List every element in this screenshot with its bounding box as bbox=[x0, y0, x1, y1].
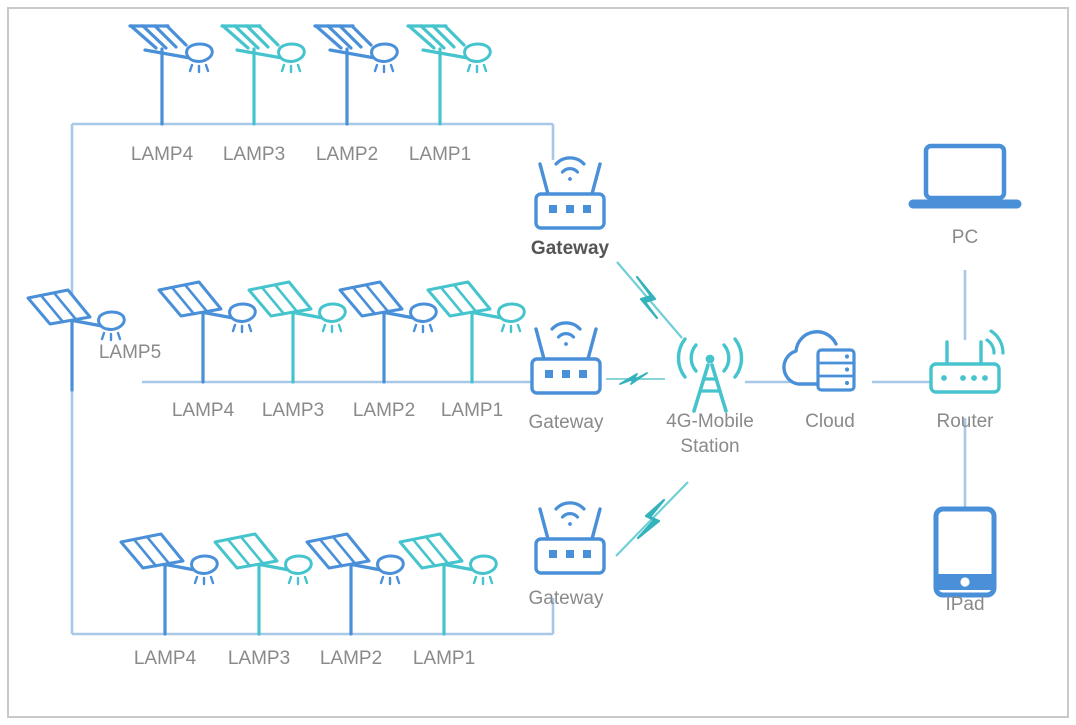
gateway-top-label: Gateway bbox=[531, 238, 610, 259]
lamp-label: LAMP4 bbox=[131, 144, 194, 165]
mobile-station-label-line2: Station bbox=[680, 436, 739, 457]
gateway-middle-label: Gateway bbox=[529, 412, 604, 433]
mobile-station-label-line1: 4G-Mobile bbox=[666, 411, 754, 432]
diagram-frame: LAMP4 LAMP3 LAMP2 LAMP1 LAMP5 LAMP4 LAMP… bbox=[0, 0, 1076, 725]
lamp-label: LAMP1 bbox=[441, 400, 503, 421]
lamp-label: LAMP2 bbox=[353, 400, 415, 421]
lamp-label: LAMP2 bbox=[316, 144, 378, 165]
lamp-label: LAMP1 bbox=[409, 144, 471, 165]
lamp-label: LAMP4 bbox=[172, 400, 235, 421]
cloud-label: Cloud bbox=[805, 411, 855, 432]
lamp-label: LAMP3 bbox=[262, 400, 324, 421]
lamp-label: LAMP2 bbox=[320, 648, 382, 669]
lamp-label: LAMP4 bbox=[134, 648, 197, 669]
gateway-bottom-label: Gateway bbox=[529, 588, 604, 609]
laptop-icon bbox=[913, 146, 1017, 204]
ipad-label: IPad bbox=[945, 594, 984, 615]
lamp-label: LAMP3 bbox=[223, 144, 285, 165]
router-label: Router bbox=[936, 411, 994, 432]
lamp-label: LAMP3 bbox=[228, 648, 290, 669]
tablet-icon bbox=[936, 509, 994, 595]
network-topology-diagram: LAMP4 LAMP3 LAMP2 LAMP1 LAMP5 LAMP4 LAMP… bbox=[7, 7, 1069, 718]
pc-label: PC bbox=[952, 227, 978, 248]
lamp-label: LAMP5 bbox=[99, 342, 161, 363]
lamp-label: LAMP1 bbox=[413, 648, 475, 669]
